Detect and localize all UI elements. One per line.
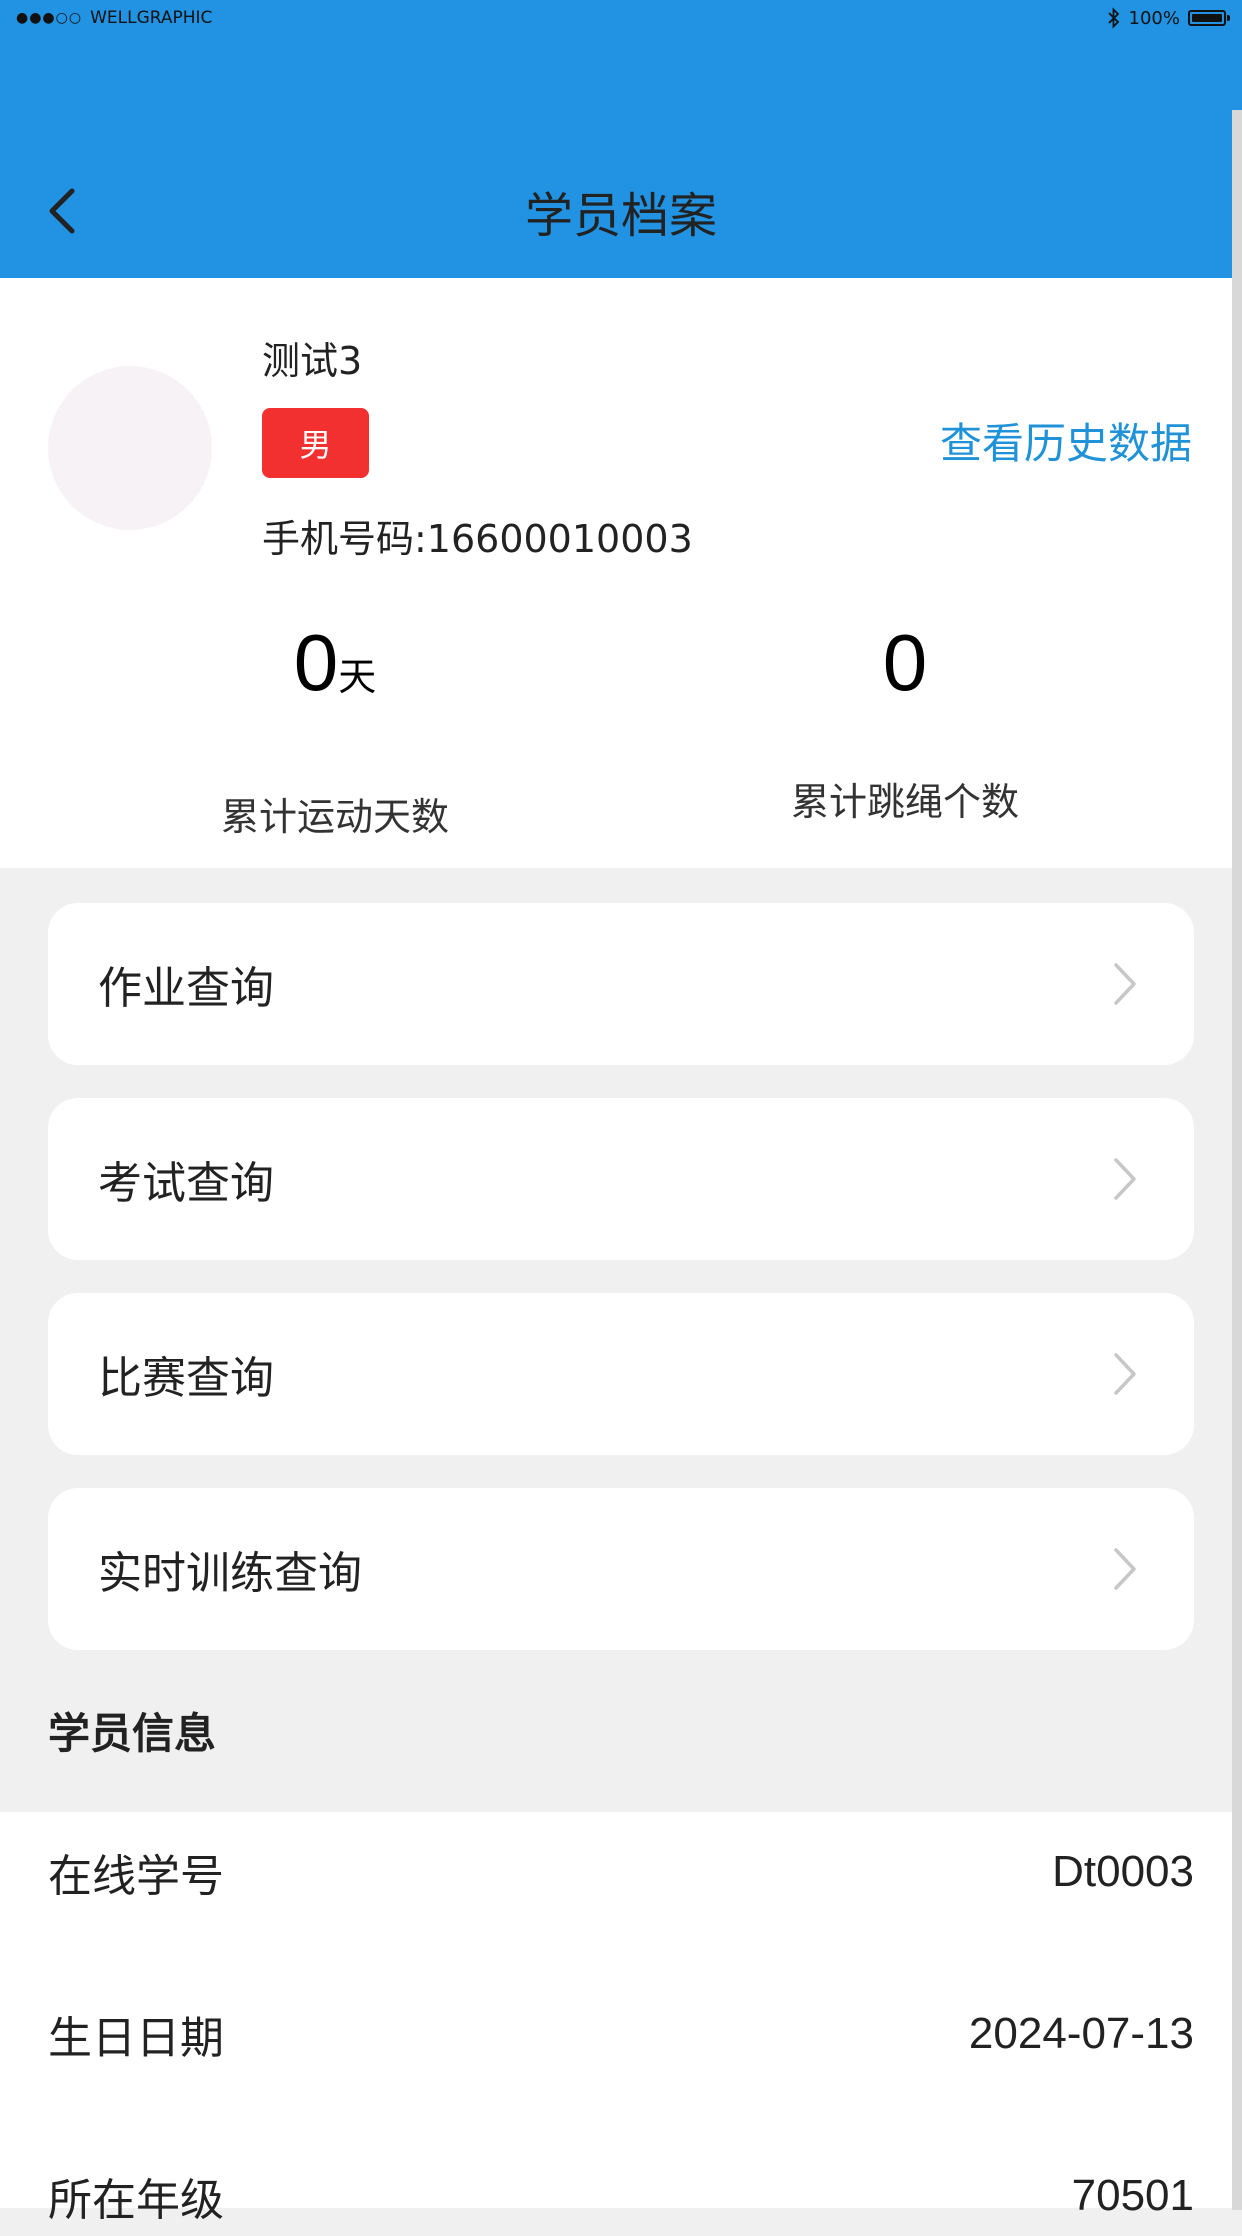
stat-value: 0	[882, 618, 928, 707]
menu-realtime-training-query[interactable]: 实时训练查询	[48, 1488, 1194, 1650]
chevron-right-icon	[1114, 963, 1136, 1005]
info-value: 2024-07-13	[968, 2009, 1194, 2058]
section-title-student-info: 学员信息	[48, 1709, 217, 1758]
menu-competition-query[interactable]: 比赛查询	[48, 1293, 1194, 1455]
menu-label: 比赛查询	[98, 1353, 274, 1404]
carrier-name: WELLGRAPHIC	[90, 8, 213, 28]
signal-strength: ●●●○○	[16, 10, 83, 26]
info-row-student-id: 在线学号 Dt0003	[48, 1832, 1194, 1912]
menu-label: 考试查询	[98, 1158, 274, 1209]
info-label: 在线学号	[48, 1851, 224, 1902]
status-bar-right: 100%	[1107, 6, 1230, 30]
chevron-right-icon	[1114, 1353, 1136, 1395]
stat-exercise-days: 0天 累计运动天数	[85, 613, 585, 841]
student-name: 测试3	[262, 339, 363, 383]
stat-value: 0	[293, 618, 339, 707]
status-bar-left: ●●●○○ WELLGRAPHIC	[16, 6, 212, 30]
gender-badge: 男	[262, 408, 369, 478]
info-row-grade: 所在年级 70501	[48, 2156, 1194, 2236]
info-label: 生日日期	[48, 2013, 224, 2064]
profile-card: 测试3 男 查看历史数据 手机号码:16600010003 0天 累计运动天数 …	[0, 278, 1242, 868]
chevron-right-icon	[1114, 1548, 1136, 1590]
info-row-birthday: 生日日期 2024-07-13	[48, 1994, 1194, 2074]
menu-exam-query[interactable]: 考试查询	[48, 1098, 1194, 1260]
stat-jump-count: 0 累计跳绳个数	[655, 613, 1155, 826]
info-label: 所在年级	[48, 2175, 224, 2226]
battery-percent: 100%	[1128, 7, 1180, 29]
phone-number: 手机号码:16600010003	[262, 517, 693, 561]
stat-label: 累计跳绳个数	[790, 780, 1019, 824]
avatar	[48, 366, 212, 530]
info-value: 70501	[1071, 2171, 1194, 2220]
menu-homework-query[interactable]: 作业查询	[48, 903, 1194, 1065]
stat-label: 累计运动天数	[220, 795, 449, 839]
chevron-right-icon	[1114, 1158, 1136, 1200]
info-value: Dt0003	[1052, 1847, 1194, 1896]
menu-label: 实时训练查询	[98, 1548, 362, 1599]
scrollbar[interactable]	[1232, 110, 1242, 2210]
view-history-link[interactable]: 查看历史数据	[940, 410, 1192, 471]
student-info-list: 在线学号 Dt0003 生日日期 2024-07-13 所在年级 70501	[0, 1812, 1242, 2226]
battery-icon	[1188, 10, 1230, 26]
page-title: 学员档案	[524, 188, 717, 244]
menu-label: 作业查询	[98, 963, 274, 1014]
app-header: ●●●○○ WELLGRAPHIC 100% 学员档案	[0, 0, 1242, 278]
stat-unit: 天	[338, 657, 377, 699]
bluetooth-icon	[1107, 7, 1119, 29]
